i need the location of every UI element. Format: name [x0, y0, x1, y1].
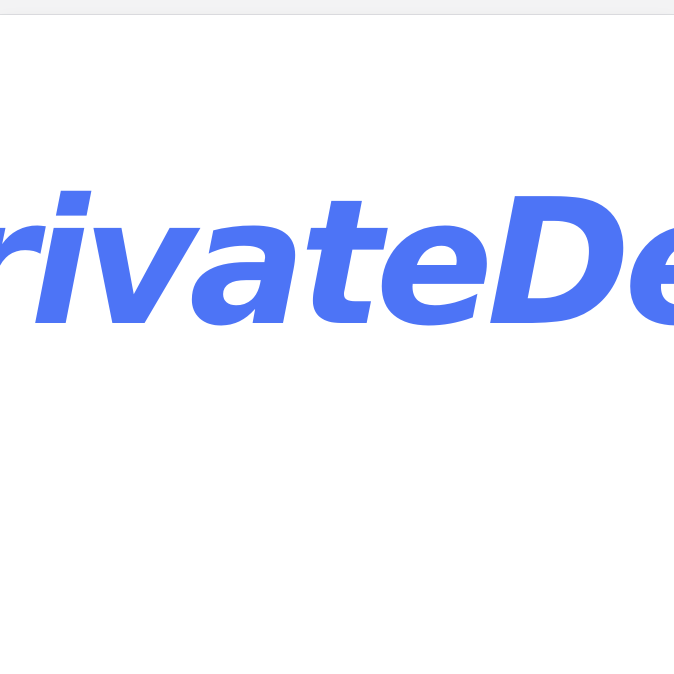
top-strip [0, 0, 674, 15]
page: rivateDeli [0, 0, 674, 674]
logo-link[interactable]: rivateDeli [0, 177, 674, 351]
page-content-area [0, 496, 674, 674]
logo-text: rivateDeli [0, 162, 674, 365]
site-header: rivateDeli [0, 15, 674, 496]
